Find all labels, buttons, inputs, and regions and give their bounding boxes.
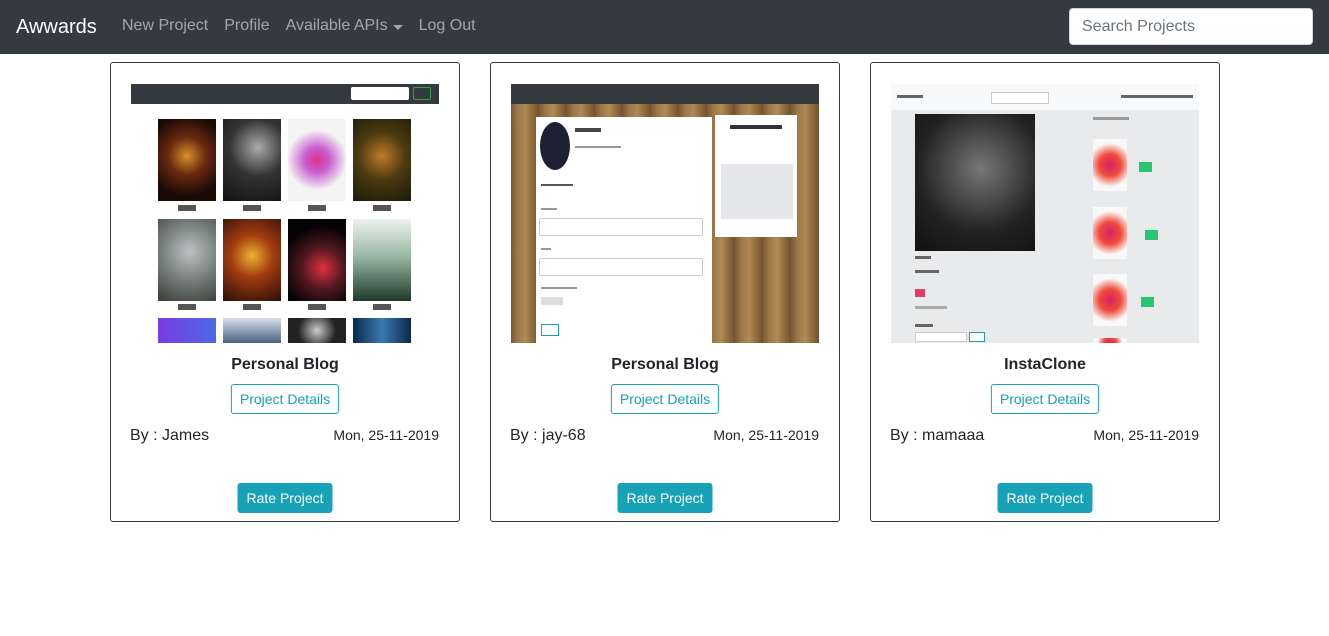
- nav-new-project[interactable]: New Project: [114, 16, 216, 36]
- project-title: Personal Blog: [611, 356, 719, 373]
- project-details-button[interactable]: Project Details: [990, 384, 1100, 414]
- project-title: Personal Blog: [231, 356, 339, 373]
- project-date: Mon, 25-11-2019: [333, 427, 439, 443]
- project-date: Mon, 25-11-2019: [713, 427, 819, 443]
- project-date: Mon, 25-11-2019: [1093, 427, 1199, 443]
- chevron-down-icon: [392, 24, 403, 30]
- nav-log-out[interactable]: Log Out: [411, 16, 484, 36]
- brand-logo[interactable]: Awwards: [16, 14, 97, 40]
- project-details-button[interactable]: Project Details: [610, 384, 720, 414]
- rate-project-button[interactable]: Rate Project: [237, 483, 333, 513]
- project-title: InstaClone: [1004, 356, 1086, 373]
- project-card: Personal Blog Project Details By : James…: [110, 62, 460, 522]
- nav-available-apis-label: Available APIs: [285, 17, 388, 34]
- project-author: By : jay-68: [510, 427, 586, 444]
- rate-project-button[interactable]: Rate Project: [617, 483, 713, 513]
- project-screenshot-image: [891, 84, 1199, 343]
- nav-profile[interactable]: Profile: [216, 16, 277, 36]
- nav-available-apis-dropdown[interactable]: Available APIs: [278, 16, 411, 36]
- project-card: Personal Blog Project Details By : jay-6…: [490, 62, 840, 522]
- search-input[interactable]: [1069, 8, 1313, 45]
- project-screenshot-image: [131, 84, 439, 343]
- project-screenshot-image: [511, 84, 819, 343]
- rate-project-button[interactable]: Rate Project: [997, 483, 1093, 513]
- project-author: By : James: [130, 427, 210, 444]
- project-author: By : mamaaa: [890, 427, 985, 444]
- project-details-button[interactable]: Project Details: [230, 384, 340, 414]
- top-navbar: Awwards New Project Profile Available AP…: [0, 0, 1329, 54]
- nav-links: New Project Profile Available APIs Log O…: [114, 16, 484, 36]
- project-card: InstaClone Project Details By : mamaaa M…: [870, 62, 1220, 522]
